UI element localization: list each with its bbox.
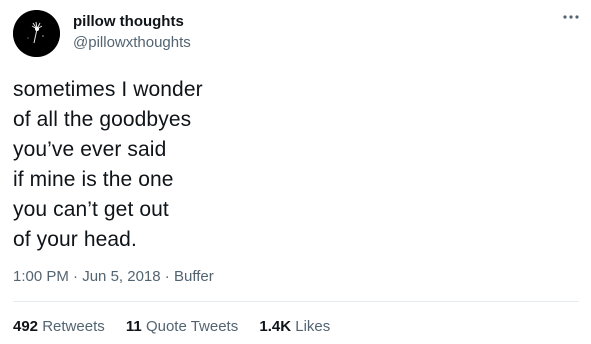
tweet-stats: 492 Retweets 11 Quote Tweets 1.4K Likes: [13, 317, 347, 336]
meta-separator: ·: [68, 268, 83, 285]
tweet-line: if mine is the one: [13, 168, 174, 191]
tweet-meta: 1:00 PM · Jun 5, 2018 · Buffer: [13, 267, 214, 286]
author-display-name[interactable]: pillow thoughts: [73, 12, 184, 31]
tweet-time[interactable]: 1:00 PM: [13, 268, 69, 285]
tweet-line: sometimes I wonder: [13, 78, 203, 101]
tweet-line: of your head.: [13, 228, 137, 251]
likes-count: 1.4K: [259, 318, 292, 335]
tweet-line: you’ve ever said: [13, 138, 167, 161]
avatar[interactable]: [13, 10, 60, 57]
meta-separator: ·: [160, 268, 174, 285]
tweet-source[interactable]: Buffer: [174, 268, 214, 285]
quote-tweets-count: 11: [125, 318, 142, 335]
retweets-label: Retweets: [42, 318, 105, 335]
dandelion-seed-icon: [13, 10, 60, 57]
tweet-line: you can’t get out: [13, 198, 169, 221]
tweet-card: pillow thoughts @pillowxthoughts sometim…: [0, 0, 591, 344]
tweet-date[interactable]: Jun 5, 2018: [82, 268, 160, 285]
quote-tweets-stat[interactable]: 11 Quote Tweets: [126, 317, 238, 336]
author-handle[interactable]: @pillowxthoughts: [73, 33, 191, 52]
retweets-stat[interactable]: 492 Retweets: [13, 317, 105, 336]
likes-label: Likes: [295, 318, 331, 335]
likes-stat[interactable]: 1.4K Likes: [259, 317, 330, 336]
quote-tweets-label: Quote Tweets: [145, 318, 239, 335]
more-horizontal-icon: [563, 15, 579, 19]
tweet-line: of all the goodbyes: [13, 108, 192, 131]
more-options-button[interactable]: [560, 8, 582, 26]
retweets-count: 492: [13, 318, 39, 335]
tweet-text: sometimes I wonder of all the goodbyes y…: [13, 75, 573, 255]
divider: [13, 301, 579, 302]
